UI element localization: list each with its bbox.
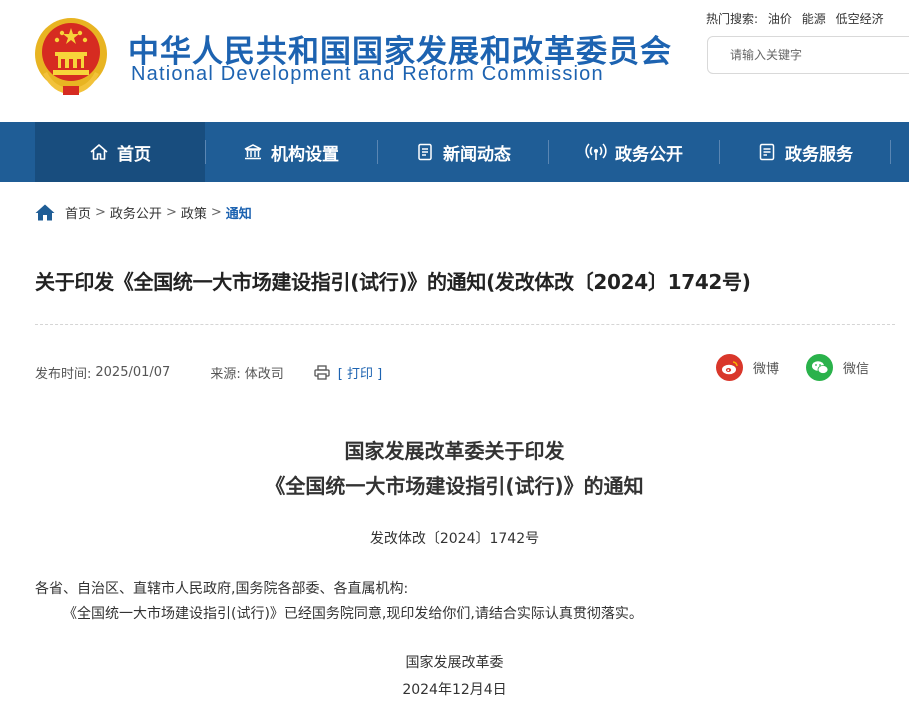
search-input[interactable]	[728, 47, 902, 63]
publish-date: 2025/01/07	[95, 365, 171, 380]
hot-search: 热门搜索: 油价 能源 低空经济	[706, 10, 890, 27]
main-nav: 首页 机构设置 新闻动态 政务公开 政务服务	[0, 122, 909, 182]
article-meta: 发布时间: 2025/01/07 来源: 体改司 [ 打印 ]	[35, 363, 382, 382]
nav-label: 政务服务	[785, 144, 853, 165]
breadcrumb-separator: >	[95, 205, 106, 220]
site-header: 中华人民共和国国家发展和改革委员会 National Development a…	[0, 0, 909, 122]
home-icon	[90, 144, 108, 160]
divider	[35, 324, 895, 325]
print-button[interactable]: [ 打印 ]	[314, 363, 382, 382]
breadcrumb-link-home[interactable]: 首页	[65, 203, 91, 222]
breadcrumb: 首页 > 政务公开 > 政策 > 通知	[35, 203, 252, 222]
service-icon	[759, 143, 775, 161]
hot-keyword-link[interactable]: 油价	[768, 12, 792, 26]
national-emblem-logo[interactable]	[33, 14, 109, 98]
breadcrumb-link-government-affairs[interactable]: 政务公开	[110, 203, 162, 222]
site-title-en: National Development and Reform Commissi…	[131, 63, 604, 85]
breadcrumb-separator: >	[210, 205, 222, 220]
publish-label: 发布时间:	[35, 367, 92, 382]
article-title-line: 国家发展改革委关于印发	[344, 439, 565, 463]
weibo-icon	[716, 354, 743, 381]
broadcast-icon	[585, 143, 607, 160]
nav-label: 政务公开	[615, 144, 683, 165]
source-value: 体改司	[244, 367, 284, 382]
nav-label: 首页	[117, 144, 151, 165]
printer-icon	[314, 365, 330, 380]
page-title: 关于印发《全国统一大市场建设指引(试行)》的通知(发改体改〔2024〕1742号…	[35, 270, 751, 294]
share-weibo-button[interactable]: 微博	[716, 354, 779, 381]
body-paragraph: 《全国统一大市场建设指引(试行)》已经国务院同意,现印发给你们,请结合实际认真贯…	[63, 606, 643, 622]
signature: 国家发展改革委	[405, 655, 504, 671]
nav-item-news[interactable]: 新闻动态	[378, 122, 548, 182]
nav-label: 机构设置	[271, 144, 339, 165]
share-wechat-label: 微信	[843, 362, 870, 377]
breadcrumb-separator: >	[165, 205, 177, 220]
home-icon[interactable]	[35, 204, 55, 221]
print-label: [ 打印 ]	[337, 367, 383, 382]
nav-item-home[interactable]: 首页	[35, 122, 205, 182]
nav-item-organization[interactable]: 机构设置	[206, 122, 376, 182]
news-icon	[418, 143, 432, 161]
breadcrumb-link-policy[interactable]: 政策	[181, 203, 207, 222]
share-wechat-button[interactable]: 微信	[806, 354, 869, 381]
nav-divider	[890, 140, 891, 164]
article-title-line: 《全国统一大市场建设指引(试行)》的通知	[265, 474, 644, 498]
addressee: 各省、自治区、直辖市人民政府,国务院各部委、各直属机构:	[35, 581, 409, 597]
signature-date: 2024年12月4日	[402, 682, 507, 698]
building-icon	[244, 144, 262, 160]
share-weibo-label: 微博	[753, 362, 780, 377]
hot-keyword-link[interactable]: 能源	[802, 12, 826, 26]
nav-label: 新闻动态	[443, 144, 511, 165]
hot-keyword-link[interactable]: 低空经济	[836, 12, 884, 26]
wechat-icon	[806, 354, 833, 381]
document-number: 发改体改〔2024〕1742号	[369, 531, 540, 547]
breadcrumb-current[interactable]: 通知	[226, 203, 252, 222]
source-label: 来源:	[210, 367, 241, 382]
nav-item-government-affairs[interactable]: 政务公开	[549, 122, 719, 182]
hot-search-label: 热门搜索:	[706, 12, 759, 26]
nav-item-services[interactable]: 政务服务	[720, 122, 890, 182]
search-box	[707, 36, 909, 74]
